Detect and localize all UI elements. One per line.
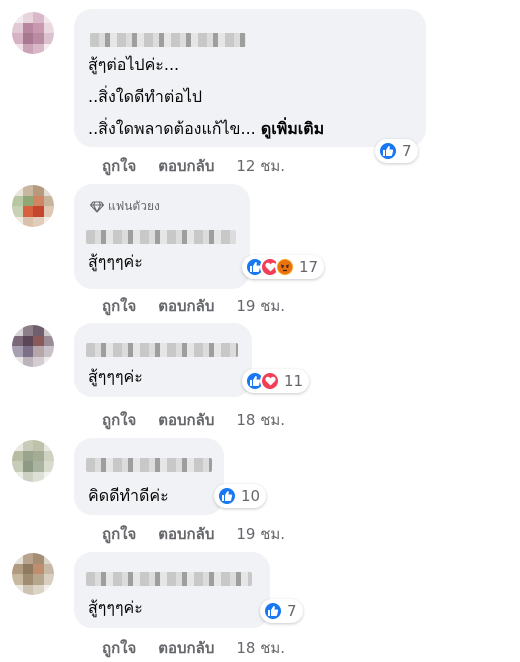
comment-line: คิดดีทำดีค่ะ	[88, 486, 169, 505]
reaction-count: 7	[287, 602, 297, 620]
comment-line: สู้ๆๆๆค่ะ	[88, 367, 143, 386]
comment-actions: ถูกใจ ตอบกลับ 18 ชม.	[102, 408, 285, 432]
avatar[interactable]	[12, 325, 54, 367]
comment-line: ..สิ่งใดพลาดต้องแก้ไข... ดูเพิ่มเติม	[88, 119, 325, 138]
love-reaction-icon	[260, 371, 280, 391]
comment-actions: ถูกใจ ตอบกลับ 19 ชม.	[102, 294, 285, 318]
avatar[interactable]	[12, 185, 54, 227]
comment-actions: ถูกใจ ตอบกลับ 18 ชม.	[102, 636, 285, 660]
reply-button[interactable]: ตอบกลับ	[158, 294, 214, 318]
reaction-summary[interactable]: 7	[375, 139, 418, 163]
comment-bubble: สู้ๆต่อไปค่ะ... ..สิ่งใดดีทำต่อไป ..สิ่ง…	[74, 9, 426, 147]
comment-bubble: คิดดีทำดีค่ะ	[74, 438, 224, 515]
reaction-count: 7	[402, 142, 412, 160]
comment-line: สู้ๆๆๆค่ะ	[88, 252, 143, 271]
reaction-summary[interactable]: 17	[242, 255, 325, 279]
reaction-count: 10	[241, 487, 261, 505]
like-button[interactable]: ถูกใจ	[102, 294, 136, 318]
comment-timestamp[interactable]: 12 ชม.	[236, 154, 285, 178]
reply-button[interactable]: ตอบกลับ	[158, 522, 214, 546]
reaction-summary[interactable]: 11	[242, 369, 310, 393]
avatar[interactable]	[12, 440, 54, 482]
comment-actions: ถูกใจ ตอบกลับ 12 ชม.	[102, 154, 285, 178]
like-reaction-icon	[263, 601, 283, 621]
comment-bubble: สู้ๆๆๆค่ะ	[74, 323, 252, 397]
comment-line: ..สิ่งใดดีทำต่อไป	[88, 87, 203, 106]
avatar[interactable]	[12, 12, 54, 54]
diamond-icon	[90, 200, 104, 213]
comment-bubble: สู้ๆๆๆค่ะ	[74, 552, 270, 628]
author-name[interactable]	[86, 458, 212, 472]
author-name[interactable]	[86, 343, 238, 357]
angry-reaction-icon	[275, 257, 295, 277]
avatar[interactable]	[12, 553, 54, 595]
comment-timestamp[interactable]: 18 ชม.	[236, 636, 285, 660]
comment-bubble: แฟนตัวยง สู้ๆๆๆค่ะ	[74, 184, 250, 289]
reply-button[interactable]: ตอบกลับ	[158, 154, 214, 178]
like-button[interactable]: ถูกใจ	[102, 522, 136, 546]
like-button[interactable]: ถูกใจ	[102, 636, 136, 660]
reaction-summary[interactable]: 7	[260, 599, 303, 623]
reply-button[interactable]: ตอบกลับ	[158, 636, 214, 660]
see-more-link[interactable]: ดูเพิ่มเติม	[261, 119, 324, 138]
author-name[interactable]	[86, 572, 252, 586]
badge-label: แฟนตัวยง	[108, 199, 160, 213]
reply-button[interactable]: ตอบกลับ	[158, 408, 214, 432]
like-button[interactable]: ถูกใจ	[102, 154, 136, 178]
comment-actions: ถูกใจ ตอบกลับ 19 ชม.	[102, 522, 285, 546]
top-fan-badge[interactable]: แฟนตัวยง	[90, 197, 160, 216]
reaction-summary[interactable]: 10	[214, 484, 267, 508]
like-button[interactable]: ถูกใจ	[102, 408, 136, 432]
author-name[interactable]	[90, 33, 246, 47]
comment-line: สู้ๆต่อไปค่ะ...	[88, 55, 180, 74]
reaction-count: 17	[299, 258, 319, 276]
reaction-count: 11	[284, 372, 304, 390]
like-reaction-icon	[378, 141, 398, 161]
author-name[interactable]	[86, 230, 236, 244]
comment-timestamp[interactable]: 18 ชม.	[236, 408, 285, 432]
comment-line: สู้ๆๆๆค่ะ	[88, 598, 143, 617]
like-reaction-icon	[217, 486, 237, 506]
comment-timestamp[interactable]: 19 ชม.	[236, 294, 285, 318]
comment-timestamp[interactable]: 19 ชม.	[236, 522, 285, 546]
